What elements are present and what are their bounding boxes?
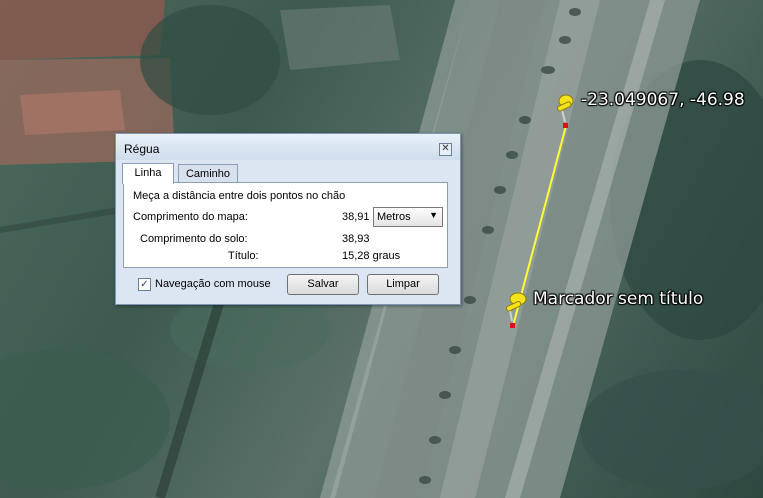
- chevron-down-icon: ▼: [429, 210, 438, 220]
- heading-value: 15,28 graus: [342, 250, 401, 262]
- placemark-label-untitled[interactable]: Marcador sem título: [533, 289, 703, 309]
- units-selected-value: Metros: [377, 211, 411, 223]
- line-panel: Meça a distância entre dois pontos no ch…: [123, 182, 448, 268]
- clear-button[interactable]: Limpar: [367, 274, 439, 295]
- dialog-titlebar[interactable]: Régua ✕: [116, 134, 460, 160]
- tab-line[interactable]: Linha: [122, 163, 174, 184]
- start-point-marker: [563, 123, 568, 128]
- units-select[interactable]: Metros ▼: [373, 207, 443, 227]
- map-length-label: Comprimento do mapa:: [133, 211, 248, 223]
- close-icon[interactable]: ✕: [439, 143, 452, 156]
- save-button[interactable]: Salvar: [287, 274, 359, 295]
- instruction-text: Meça a distância entre dois pontos no ch…: [133, 190, 346, 202]
- ground-length-value: 38,93: [342, 233, 370, 245]
- tab-path[interactable]: Caminho: [178, 164, 238, 183]
- map-length-value: 38,91: [342, 211, 370, 223]
- ground-length-label: Comprimento do solo:: [140, 233, 248, 245]
- heading-label: Título:: [228, 250, 259, 262]
- end-point-marker: [510, 323, 515, 328]
- dialog-title: Régua: [124, 142, 160, 156]
- mouse-navigation-label: Navegação com mouse: [155, 278, 271, 290]
- checkbox-check-icon[interactable]: ✓: [138, 278, 151, 291]
- ruler-dialog: Régua ✕ Linha Caminho Meça a distância e…: [115, 133, 461, 305]
- placemark-label-coordinates[interactable]: -23.049067, -46.98: [581, 90, 745, 110]
